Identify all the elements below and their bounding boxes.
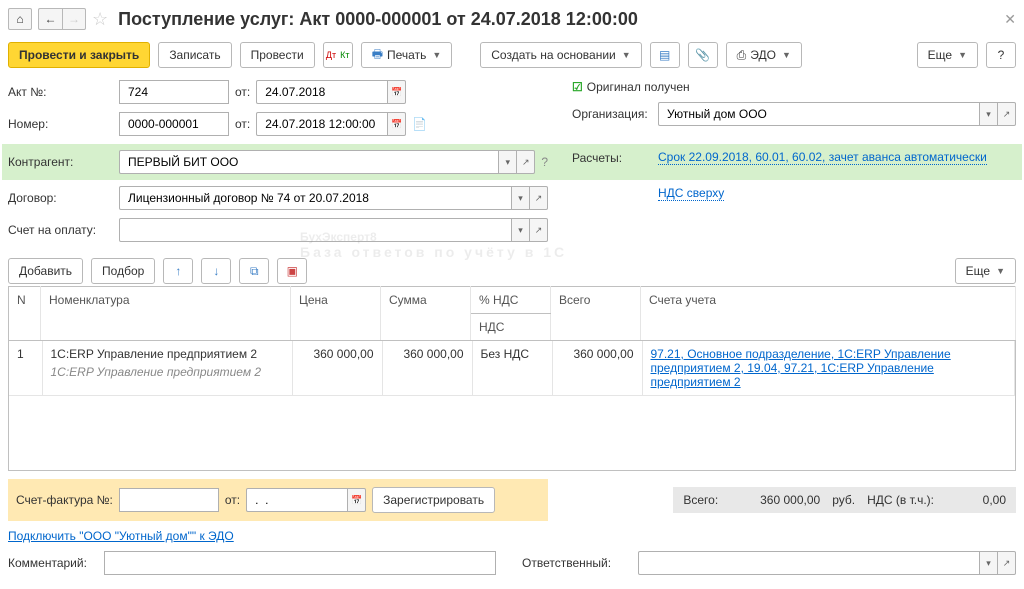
doc-status-icon[interactable]: 📄 — [412, 117, 427, 131]
calendar-icon[interactable]: 📅 — [388, 112, 406, 136]
item-vat-pct: Без НДС — [472, 341, 552, 396]
vat-mode-link[interactable]: НДС сверху — [658, 186, 724, 201]
back-button[interactable]: ← — [38, 8, 62, 30]
col-total: Всего — [551, 287, 641, 341]
dt-kt-button[interactable]: ДтКт — [323, 42, 353, 68]
printer-icon: 🖶 — [372, 45, 383, 66]
counterparty-label: Контрагент: — [8, 155, 113, 169]
col-vat-pct: % НДС — [471, 287, 551, 314]
register-invoice-button[interactable]: Зарегистрировать — [372, 487, 495, 513]
move-down-button[interactable]: ↓ — [201, 258, 231, 284]
vat-total: 0,00 — [946, 493, 1006, 507]
comment-input[interactable] — [104, 551, 496, 575]
totals-bar: Всего: 360 000,00 руб. НДС (в т.ч.): 0,0… — [673, 487, 1016, 513]
settlements-label: Расчеты: — [572, 151, 652, 165]
act-date-input[interactable]: 📅 — [256, 80, 406, 104]
connect-edo-link[interactable]: Подключить "ООО "Уютный дом"" к ЭДО — [8, 529, 234, 543]
more-button[interactable]: Еще▼ — [917, 42, 978, 68]
open-icon[interactable]: ↗ — [998, 102, 1016, 126]
comment-label: Комментарий: — [8, 556, 98, 570]
help-button[interactable]: ? — [986, 42, 1016, 68]
item-name: 1С:ERP Управление предприятием 2 — [51, 347, 284, 361]
item-sum: 360 000,00 — [382, 341, 472, 396]
write-button[interactable]: Записать — [158, 42, 231, 68]
number-input[interactable] — [119, 112, 229, 136]
accounts-link[interactable]: 97.21, Основное подразделение, 1С:ERP Уп… — [651, 347, 951, 389]
col-sum: Сумма — [381, 287, 471, 341]
table-row[interactable]: 1 1С:ERP Управление предприятием 2 1С:ER… — [9, 341, 1015, 396]
dropdown-icon[interactable]: ▾ — [980, 102, 998, 126]
related-docs-button[interactable]: ▤ — [650, 42, 680, 68]
move-up-button[interactable]: ↑ — [163, 258, 193, 284]
home-button[interactable]: ⌂ — [8, 8, 32, 30]
print-button[interactable]: 🖶Печать▼ — [361, 42, 453, 68]
create-from-button[interactable]: Создать на основании▼ — [480, 42, 641, 68]
attachments-button[interactable]: 📎 — [688, 42, 718, 68]
invoice-acc-select[interactable]: ▾ ↗ — [119, 218, 548, 242]
counterparty-help-icon[interactable]: ? — [541, 155, 548, 169]
grand-total: 360 000,00 — [730, 493, 820, 507]
doc-date-input[interactable]: 📅 — [256, 112, 406, 136]
copy-button[interactable]: ⧉ — [239, 258, 269, 284]
col-vat: НДС — [471, 314, 551, 341]
item-sub: 1С:ERP Управление предприятием 2 — [51, 365, 284, 379]
counterparty-select[interactable]: ▾ ↗ — [119, 150, 535, 174]
calendar-icon[interactable]: 📅 — [348, 488, 366, 512]
col-accounts: Счета учета — [641, 287, 1016, 341]
responsible-label: Ответственный: — [522, 556, 632, 570]
col-price: Цена — [291, 287, 381, 341]
invoice-acc-label: Счет на оплату: — [8, 223, 113, 237]
items-table: N Номенклатура Цена Сумма % НДС Всего Сч… — [8, 286, 1016, 341]
edo-button[interactable]: ⎙ЭДО▼ — [726, 42, 802, 68]
org-select[interactable]: ▾ ↗ — [658, 102, 1016, 126]
add-row-button[interactable]: Добавить — [8, 258, 83, 284]
item-total: 360 000,00 — [552, 341, 642, 396]
invoice-date-input[interactable]: 📅 — [246, 488, 366, 512]
page-title: Поступление услуг: Акт 0000-000001 от 24… — [118, 9, 638, 30]
post-and-close-button[interactable]: Провести и закрыть — [8, 42, 150, 68]
close-icon[interactable]: ✕ — [1004, 11, 1016, 28]
post-button[interactable]: Провести — [240, 42, 315, 68]
invoice-label: Счет-фактура №: — [16, 493, 113, 507]
contract-select[interactable]: ▾ ↗ — [119, 186, 548, 210]
forward-button[interactable]: → — [62, 8, 86, 30]
favorite-icon[interactable]: ☆ — [92, 9, 108, 30]
table-more-button[interactable]: Еще▼ — [955, 258, 1016, 284]
col-nomenclature: Номенклатура — [41, 287, 291, 341]
paperclip-icon: 📎 — [695, 48, 710, 62]
contract-label: Договор: — [8, 191, 113, 205]
select-items-button[interactable]: Подбор — [91, 258, 155, 284]
org-label: Организация: — [572, 107, 652, 121]
number-label: Номер: — [8, 117, 113, 131]
settlements-link[interactable]: Срок 22.09.2018, 60.01, 60.02, зачет ава… — [658, 150, 987, 165]
edo-icon: ⎙ — [737, 48, 747, 63]
col-n: N — [9, 287, 41, 341]
act-no-input[interactable] — [119, 80, 229, 104]
paste-button[interactable]: ▣ — [277, 258, 307, 284]
act-no-label: Акт №: — [8, 85, 113, 99]
responsible-select[interactable]: ▾ ↗ — [638, 551, 1016, 575]
calendar-icon[interactable]: 📅 — [388, 80, 406, 104]
original-received-checkbox[interactable]: ☑Оригинал получен — [572, 80, 690, 94]
invoice-no-input[interactable] — [119, 488, 219, 512]
item-price: 360 000,00 — [292, 341, 382, 396]
from-label: от: — [235, 85, 250, 99]
